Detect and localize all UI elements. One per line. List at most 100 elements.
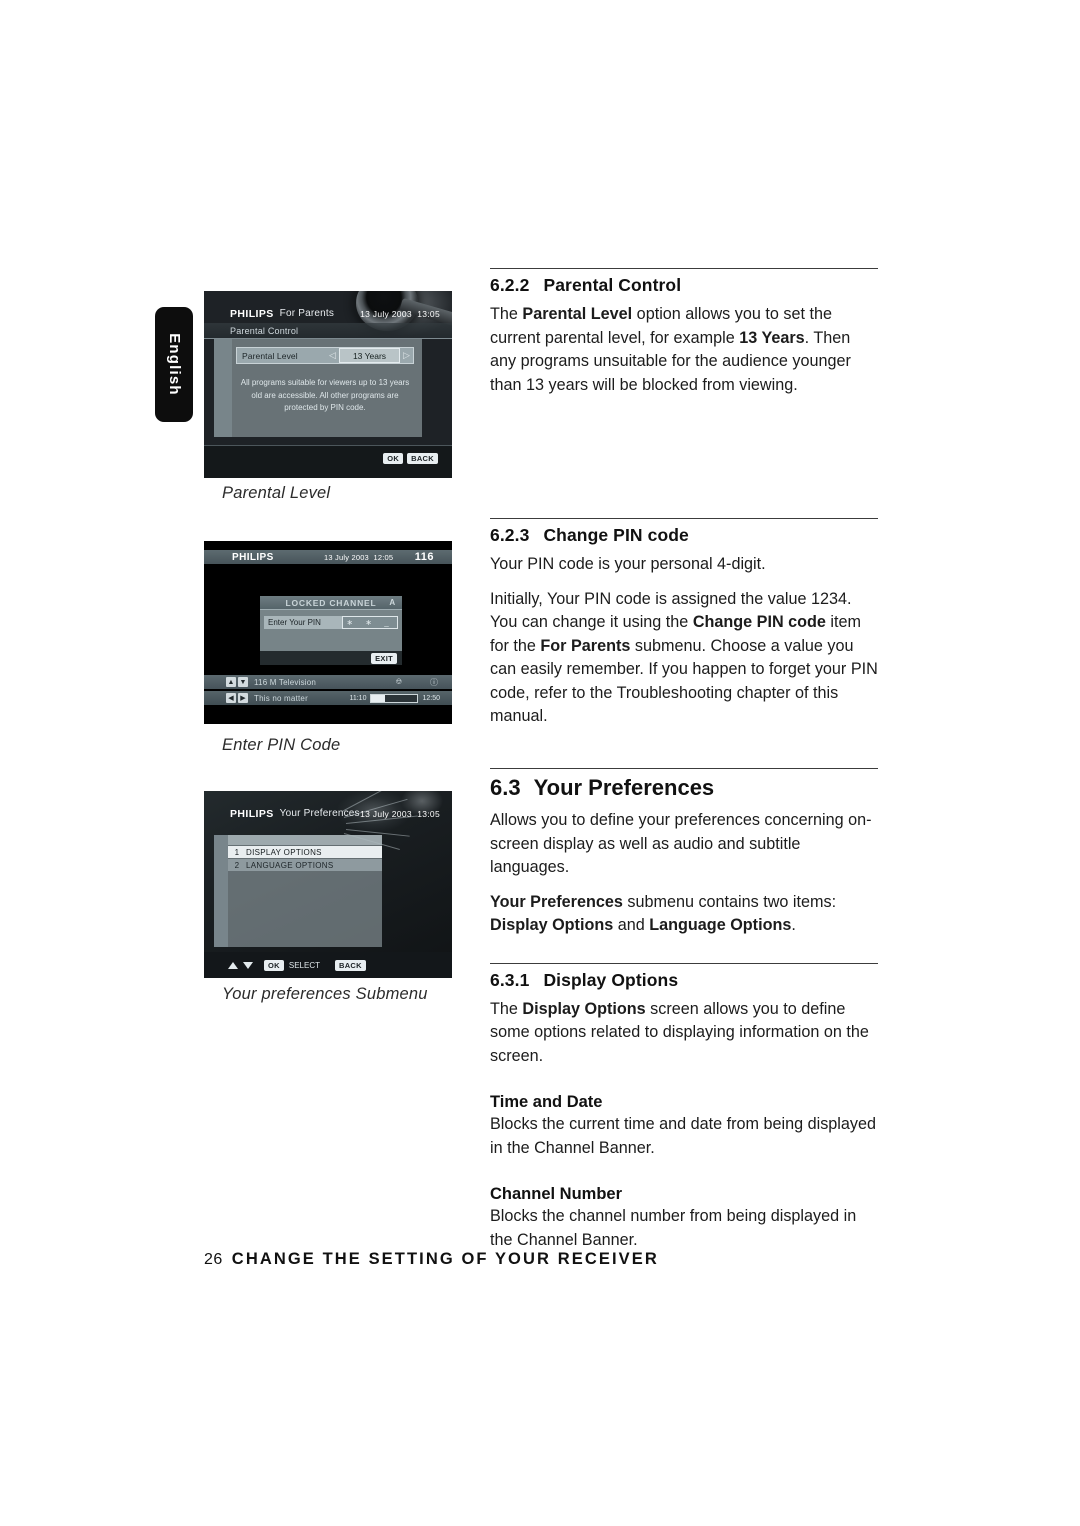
pin-input[interactable]: ∗ ∗ _ <box>342 616 398 629</box>
dialog-title-label: LOCKED CHANNEL <box>285 597 377 608</box>
figure-parental-level: PHILIPS For Parents 13 July 2003 13:05 P… <box>204 291 452 478</box>
banner-channel-label: 116 M Television <box>254 677 317 687</box>
tv-footer-bar: OK SELECT BACK <box>204 952 452 978</box>
page-footer: 26 CHANGE THE SETTING OF YOUR RECEIVER <box>204 1250 659 1269</box>
paragraph-channel-number: Blocks the channel number from being dis… <box>490 1207 857 1249</box>
text-run-bold: For Parents <box>540 636 631 655</box>
pin-entry-row[interactable]: Enter Your PIN ∗ ∗ _ <box>264 616 398 629</box>
tv-header-datetime: 13 July 2003 13:05 <box>360 309 440 319</box>
section-divider <box>490 962 878 964</box>
section-number: 6.3 <box>490 775 521 800</box>
channel-down-icon[interactable]: ▼ <box>238 677 248 687</box>
banner-program-row: ◀ ▶ This no matter 11:10 12:50 <box>204 691 452 705</box>
back-key[interactable]: BACK <box>334 959 366 971</box>
back-key[interactable]: BACK <box>407 453 438 464</box>
menu-item-language-options[interactable]: 2 LANGUAGE OPTIONS <box>228 859 382 871</box>
channel-updown-icons[interactable]: ▲ ▼ <box>226 677 248 687</box>
text-run-bold: Parental Level <box>522 305 633 323</box>
menu-item-number: 2 <box>234 860 240 870</box>
parental-level-row[interactable]: Parental Level ◁ 13 Years ▷ <box>236 347 414 364</box>
text-run-bold: Your Preferences <box>490 892 623 911</box>
subheading-time-and-date: Time and Date <box>490 1093 603 1111</box>
tv-channel-banner-top: PHILIPS 13 July 2003 12:05 116 <box>204 550 452 564</box>
text-run-bold: 13 Years <box>739 328 805 347</box>
right-arrow-icon[interactable]: ▷ <box>400 348 413 363</box>
tv-header: PHILIPS Your Preferences 13 July 2003 13… <box>204 805 452 822</box>
banner-program-label: This no matter <box>254 693 308 703</box>
tv-footer-bar: OK BACK <box>204 445 452 478</box>
subheading-channel-number: Channel Number <box>490 1185 623 1203</box>
text-run: . <box>791 916 796 934</box>
lock-status-icon: ⎊ <box>395 676 402 686</box>
channel-up-icon[interactable]: ▲ <box>226 677 236 687</box>
section-title: Change PIN code <box>543 525 689 545</box>
program-end-time: 12:50 <box>422 694 440 702</box>
program-progress: 11:10 12:50 <box>349 693 440 703</box>
lock-icon: A <box>389 598 396 607</box>
left-arrow-icon[interactable]: ◁ <box>326 348 339 363</box>
previous-icon[interactable]: ◀ <box>226 693 236 703</box>
tv-header-datetime: 13 July 2003 12:05 <box>324 553 393 562</box>
section-title: Display Options <box>543 969 679 990</box>
menu-item-label: DISPLAY OPTIONS <box>246 847 322 857</box>
tv-header-title: Your Preferences <box>279 808 360 819</box>
page-footer-title: CHANGE THE SETTING OF YOUR RECEIVER <box>231 1250 659 1268</box>
menu-left-strip <box>214 835 228 947</box>
arrow-up-icon[interactable] <box>228 961 238 969</box>
section-divider <box>490 518 878 519</box>
ok-key[interactable]: OK <box>264 959 284 971</box>
paragraph-preferences-items: Your Preferences submenu contains two it… <box>490 891 878 938</box>
next-icon[interactable]: ▶ <box>238 693 248 703</box>
pin-entry-label: Enter Your PIN <box>268 618 321 627</box>
text-run: The <box>490 305 523 323</box>
figure-your-preferences-submenu: PHILIPS Your Preferences 13 July 2003 13… <box>204 791 452 978</box>
text-run-bold: Display Options <box>522 999 646 1018</box>
section-number: 6.3.1 <box>490 969 530 990</box>
text-run-bold: Display Options <box>490 916 614 934</box>
info-status-icon: ⓘ <box>430 677 438 687</box>
figure-caption-your-preferences-submenu: Your preferences Submenu <box>222 985 428 1003</box>
tv-header-time: 13:05 <box>417 808 440 819</box>
exit-key[interactable]: EXIT <box>371 652 397 664</box>
section-heading-6-3-1: 6.3.1 Display Options <box>490 970 878 991</box>
select-label: SELECT <box>288 960 320 970</box>
program-progress-bar <box>370 693 419 703</box>
program-start-time: 11:10 <box>349 694 367 702</box>
paragraph-parental-level: The Parental Level option allows you to … <box>490 303 878 397</box>
tv-header-time: 13:05 <box>417 308 440 319</box>
section-6-3: 6.3 Your Preferences Allows you to define… <box>490 768 878 1263</box>
tv-header-time: 12:05 <box>373 552 394 562</box>
paragraph-preferences-intro: Allows you to define your preferences co… <box>490 811 872 876</box>
ok-key[interactable]: OK <box>383 453 404 464</box>
program-leftright-icons[interactable]: ◀ ▶ <box>226 693 248 703</box>
dialog-footer: EXIT <box>260 651 402 665</box>
tv-content-panel: Parental Level ◁ 13 Years ▷ All programs… <box>214 339 422 437</box>
tv-header-date: 13 July 2003 <box>360 808 412 819</box>
figure-enter-pin-code: PHILIPS 13 July 2003 12:05 116 LOCKED CH… <box>204 541 452 724</box>
section-number: 6.2.2 <box>490 275 530 295</box>
tv-header-date: 13 July 2003 <box>324 552 369 562</box>
page-number: 26 <box>204 1251 223 1268</box>
preferences-menu-list: 1 DISPLAY OPTIONS 2 LANGUAGE OPTIONS <box>214 835 382 947</box>
tv-header: PHILIPS For Parents 13 July 2003 13:05 <box>204 305 452 322</box>
tv-header-title: For Parents <box>279 308 335 319</box>
philips-logo: PHILIPS <box>230 807 274 820</box>
text-run: submenu contains two items: <box>622 892 837 911</box>
menu-item-number: 1 <box>234 847 240 857</box>
menu-header-strip <box>228 835 382 845</box>
text-run: The <box>490 999 523 1018</box>
tv-channel-number: 116 <box>414 551 434 563</box>
locked-channel-dialog: LOCKED CHANNEL A Enter Your PIN ∗ ∗ _ EX… <box>260 596 402 665</box>
banner-status-icons: ⎊ ⓘ <box>396 677 438 688</box>
paragraph-display-options: The Display Options screen allows you to… <box>490 998 878 1069</box>
tv-footer-keys: OK BACK <box>383 453 438 464</box>
paragraph-pin-intro: Your PIN code is your personal 4-digit. <box>490 555 766 573</box>
section-6-2-2: 6.2.2 Parental Control The Parental Level… <box>490 268 878 408</box>
menu-item-display-options[interactable]: 1 DISPLAY OPTIONS <box>228 846 382 858</box>
text-run-bold: Change PIN code <box>692 613 826 631</box>
arrow-down-icon[interactable] <box>243 961 253 969</box>
banner-channel-row: ▲ ▼ 116 M Television ⎊ ⓘ <box>204 675 452 689</box>
tv-channel-banner: ▲ ▼ 116 M Television ⎊ ⓘ ◀ ▶ This no mat… <box>204 675 452 706</box>
paragraph-pin-details: Initially, Your PIN code is assigned the… <box>490 588 878 729</box>
tv-subtitle-label: Parental Control <box>230 325 299 336</box>
